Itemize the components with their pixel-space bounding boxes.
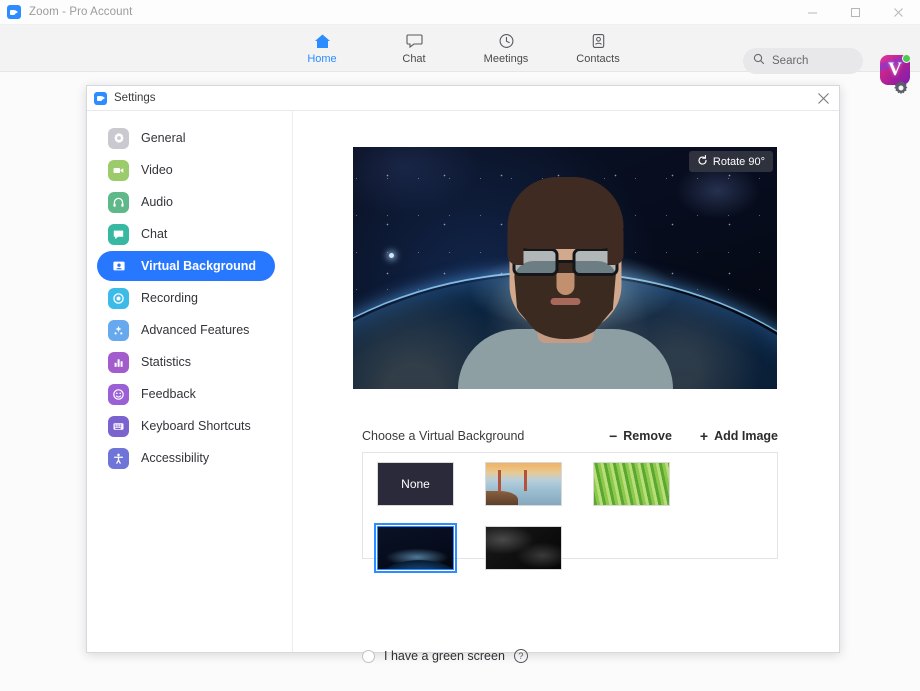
chat-icon	[108, 223, 129, 245]
thumbnail-golden-gate-bridge[interactable]	[485, 462, 562, 506]
thumbnail-earth-from-space[interactable]	[374, 523, 457, 573]
sidebar-item-label: Virtual Background	[141, 259, 257, 273]
keyboard-icon	[108, 415, 129, 437]
sidebar-item-feedback[interactable]: Feedback	[97, 379, 275, 409]
thumbnail-grass[interactable]	[593, 462, 670, 506]
sidebar-item-general[interactable]: General	[97, 123, 275, 153]
camera-icon	[108, 159, 129, 181]
headset-icon	[108, 191, 129, 213]
search-input[interactable]: Search	[743, 48, 863, 74]
sidebar-item-accessibility[interactable]: Accessibility	[97, 443, 275, 473]
zoom-logo-icon	[94, 91, 107, 105]
sidebar-item-chat[interactable]: Chat	[97, 219, 275, 249]
sidebar-item-label: Video	[141, 163, 173, 177]
help-icon[interactable]: ?	[513, 649, 528, 663]
sparkle-icon	[108, 319, 129, 341]
video-preview: Rotate 90°	[353, 147, 777, 389]
nav-tabs: Home Chat Meetings Contacts	[293, 31, 627, 65]
settings-content: Rotate 90° Choose a Virtual Background −…	[293, 111, 839, 663]
sidebar-item-advanced-features[interactable]: Advanced Features	[97, 315, 275, 345]
main-navbar: Home Chat Meetings Contacts Search V	[0, 25, 920, 85]
rotate-icon	[697, 154, 708, 169]
sidebar-item-label: Recording	[141, 291, 198, 305]
window-title: Zoom - Pro Account	[29, 6, 133, 18]
window-controls	[791, 0, 920, 25]
search-placeholder-label: Search	[772, 55, 809, 67]
add-image-button-label: Add Image	[714, 429, 778, 443]
tab-chat-label: Chat	[402, 53, 426, 65]
sidebar-item-label: General	[141, 131, 186, 145]
remove-button[interactable]: − Remove	[609, 429, 672, 443]
remove-button-label: Remove	[623, 429, 672, 443]
tab-home-label: Home	[307, 53, 337, 65]
thumbnail-none-label: None	[401, 477, 430, 491]
settings-sidebar: General Video Audio Chat Virtual Backgro…	[87, 111, 293, 652]
clock-icon	[498, 31, 515, 50]
sidebar-item-label: Keyboard Shortcuts	[141, 419, 251, 433]
person-mouth	[550, 298, 580, 305]
thumbnail-dark-smoke[interactable]	[485, 526, 562, 570]
sidebar-item-statistics[interactable]: Statistics	[97, 347, 275, 377]
gear-icon[interactable]	[893, 80, 909, 96]
add-image-button[interactable]: + Add Image	[700, 429, 778, 443]
tab-chat[interactable]: Chat	[385, 31, 443, 65]
window-titlebar: Zoom - Pro Account	[0, 0, 920, 25]
choose-background-row: Choose a Virtual Background − Remove + A…	[362, 429, 778, 443]
sidebar-item-video[interactable]: Video	[97, 155, 275, 185]
sidebar-item-label: Statistics	[141, 355, 192, 369]
person-hair	[507, 177, 623, 265]
tab-contacts[interactable]: Contacts	[569, 31, 627, 65]
person-card-icon	[108, 255, 129, 277]
sidebar-item-label: Advanced Features	[141, 323, 250, 337]
choose-background-label: Choose a Virtual Background	[362, 429, 525, 443]
rotate-90-button[interactable]: Rotate 90°	[688, 151, 773, 172]
settings-dialog-title: Settings	[114, 92, 156, 104]
preview-bright-star	[389, 253, 394, 258]
sidebar-item-label: Chat	[141, 227, 168, 241]
close-icon[interactable]	[877, 0, 920, 25]
rotate-90-button-label: Rotate 90°	[712, 155, 765, 168]
close-icon[interactable]	[807, 86, 839, 111]
sidebar-item-virtual-background[interactable]: Virtual Background	[97, 251, 275, 281]
contacts-icon	[590, 31, 607, 50]
tab-home[interactable]: Home	[293, 31, 351, 65]
background-thumbnail-grid: None	[362, 452, 778, 573]
status-badge	[902, 54, 911, 63]
zoom-logo-icon	[7, 5, 21, 19]
tab-contacts-label: Contacts	[576, 53, 620, 65]
sidebar-item-audio[interactable]: Audio	[97, 187, 275, 217]
sidebar-item-label: Accessibility	[141, 451, 210, 465]
bar-chart-icon	[108, 351, 129, 373]
record-icon	[108, 287, 129, 309]
thumbnail-none[interactable]: None	[377, 462, 454, 506]
accessibility-icon	[108, 447, 129, 469]
settings-dialog-titlebar: Settings	[87, 86, 839, 111]
background-actions: − Remove + Add Image	[609, 429, 778, 443]
preview-person	[457, 147, 673, 389]
sidebar-item-recording[interactable]: Recording	[97, 283, 275, 313]
home-icon	[314, 31, 331, 50]
zoom-application: Zoom - Pro Account Home Chat Meetings Co…	[0, 0, 920, 691]
chat-icon	[405, 31, 423, 50]
tab-meetings-label: Meetings	[483, 53, 529, 65]
sidebar-item-keyboard-shortcuts[interactable]: Keyboard Shortcuts	[97, 411, 275, 441]
tab-meetings[interactable]: Meetings	[477, 31, 535, 65]
settings-dialog-body: General Video Audio Chat Virtual Backgro…	[87, 111, 839, 663]
sidebar-item-label: Feedback	[141, 387, 196, 401]
minus-icon: −	[609, 428, 618, 444]
green-screen-checkbox[interactable]	[362, 649, 375, 663]
plus-icon: +	[699, 428, 709, 444]
minimize-icon[interactable]	[791, 0, 834, 25]
smiley-icon	[108, 383, 129, 405]
maximize-icon[interactable]	[834, 0, 877, 25]
settings-dialog: Settings General Video Audio Chat Virtua…	[86, 85, 840, 663]
sidebar-item-label: Audio	[141, 195, 173, 209]
search-icon	[753, 52, 765, 70]
green-screen-label: I have a green screen	[384, 649, 505, 663]
glasses-bridge	[558, 260, 572, 263]
green-screen-row: I have a green screen ?	[362, 649, 528, 663]
gear-icon	[108, 127, 129, 149]
